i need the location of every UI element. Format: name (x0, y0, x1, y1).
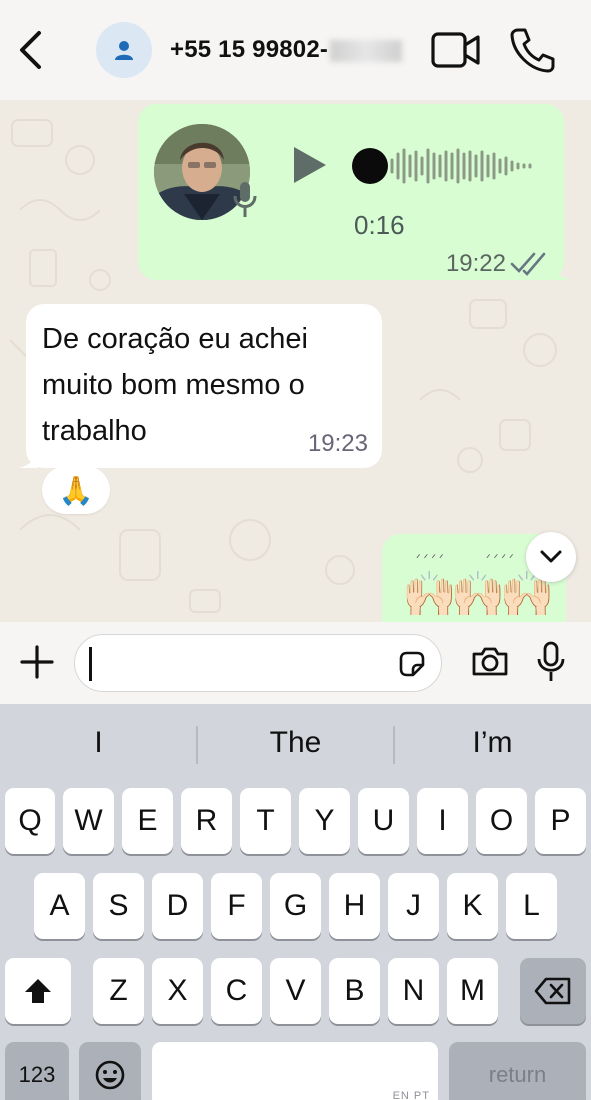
key-e[interactable]: E (122, 788, 173, 854)
voice-call-button[interactable] (506, 24, 558, 76)
key-c[interactable]: C (211, 958, 262, 1024)
suggestion-2[interactable]: The (197, 726, 394, 760)
video-call-button[interactable] (430, 28, 482, 72)
key-v[interactable]: V (270, 958, 321, 1024)
phone-icon (510, 28, 555, 73)
key-u[interactable]: U (358, 788, 409, 854)
suggestion-1[interactable]: I (0, 726, 197, 760)
microphone-icon (537, 641, 565, 681)
key-p[interactable]: P (535, 788, 586, 854)
key-d[interactable]: D (152, 873, 203, 939)
redacted-digits (330, 39, 403, 62)
chevron-down-icon (540, 550, 562, 563)
chat-header: +55 15 99802- (0, 0, 591, 100)
key-f[interactable]: F (211, 873, 262, 939)
sticker-icon (399, 651, 425, 677)
message-composer (0, 622, 591, 704)
keyboard: I The I’m Q W E R T Y U I O P A S D F G … (0, 704, 591, 1100)
message-line: muito bom mesmo o (42, 369, 305, 401)
chat-area[interactable]: 0:16 19:22 De coração eu achei muito bom… (0, 100, 591, 622)
key-i[interactable]: I (417, 788, 468, 854)
shift-key[interactable] (5, 958, 71, 1024)
camera-icon (472, 647, 508, 676)
message-timestamp: 19:22 (445, 250, 506, 277)
message-line: De coração eu achei (42, 323, 308, 355)
sticker-button[interactable] (397, 649, 427, 679)
key-b[interactable]: B (329, 958, 380, 1024)
emoji-icon (95, 1060, 125, 1090)
return-key[interactable]: return (449, 1042, 586, 1100)
key-l[interactable]: L (506, 873, 557, 939)
chevron-left-icon (20, 31, 41, 69)
bubble-tail (552, 256, 572, 280)
phone-number-text: +55 15 99802- (170, 36, 329, 63)
plus-icon (20, 645, 54, 679)
key-a[interactable]: A (34, 873, 85, 939)
microphone-icon (233, 182, 257, 217)
playhead-dot (352, 148, 388, 184)
key-r[interactable]: R (181, 788, 232, 854)
key-h[interactable]: H (329, 873, 380, 939)
shift-icon (25, 979, 51, 1003)
double-check-icon (510, 252, 546, 276)
space-bar[interactable]: EN PT (152, 1042, 438, 1100)
numbers-key[interactable]: 123 (5, 1042, 69, 1100)
incoming-text-message[interactable]: De coração eu achei muito bom mesmo o tr… (26, 304, 382, 468)
text-caret (89, 647, 92, 681)
contact-avatar[interactable] (96, 22, 152, 78)
key-n[interactable]: N (388, 958, 439, 1024)
microphone-badge (232, 180, 258, 220)
play-icon (294, 147, 326, 183)
message-reaction[interactable]: 🙏 (42, 466, 110, 514)
key-w[interactable]: W (63, 788, 114, 854)
voice-message-bubble[interactable]: 0:16 19:22 (138, 104, 572, 280)
predictive-bar: I The I’m (0, 704, 591, 784)
key-m[interactable]: M (447, 958, 498, 1024)
key-q[interactable]: Q (5, 788, 55, 854)
back-button[interactable] (12, 28, 48, 72)
key-y[interactable]: Y (299, 788, 350, 854)
video-camera-icon (431, 32, 480, 68)
emoji-key[interactable] (79, 1042, 141, 1100)
sparkle-marks: ᐟᐟᐟᐟ (486, 553, 517, 565)
camera-button[interactable] (470, 642, 510, 682)
backspace-key[interactable] (520, 958, 586, 1024)
message-timestamp: 19:23 (307, 430, 368, 457)
play-button[interactable] (290, 144, 330, 186)
contact-phone-title[interactable]: +55 15 99802- (170, 36, 403, 64)
scroll-to-bottom-button[interactable] (526, 532, 576, 582)
voice-record-button[interactable] (534, 640, 568, 684)
key-z[interactable]: Z (93, 958, 144, 1024)
person-icon (115, 41, 133, 60)
key-x[interactable]: X (152, 958, 203, 1024)
audio-waveform[interactable] (352, 142, 542, 190)
backspace-icon (534, 977, 571, 1005)
key-k[interactable]: K (447, 873, 498, 939)
suggestion-3[interactable]: I’m (394, 726, 591, 760)
message-input[interactable] (74, 634, 442, 692)
key-g[interactable]: G (270, 873, 321, 939)
key-t[interactable]: T (240, 788, 291, 854)
sparkle-marks: ᐟᐟᐟᐟ (416, 553, 447, 565)
key-j[interactable]: J (388, 873, 439, 939)
key-s[interactable]: S (93, 873, 144, 939)
key-o[interactable]: O (476, 788, 527, 854)
attach-button[interactable] (18, 642, 56, 682)
voice-duration: 0:16 (354, 210, 405, 240)
